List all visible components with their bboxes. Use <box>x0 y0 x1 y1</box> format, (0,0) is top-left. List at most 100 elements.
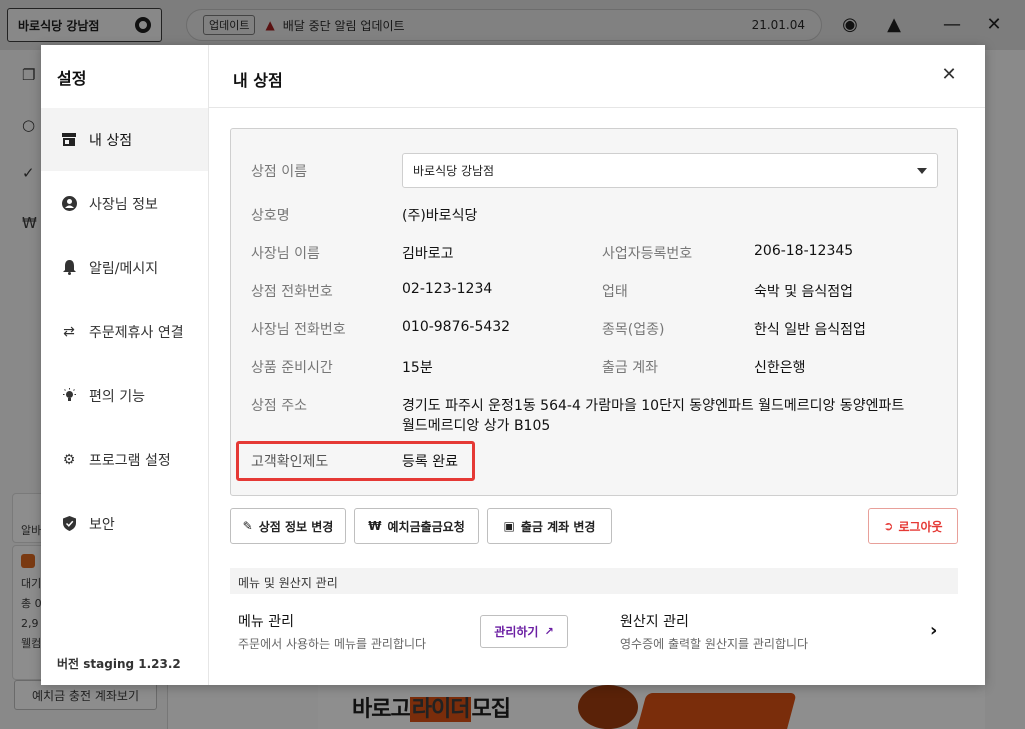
logout-label: 로그아웃 <box>898 519 943 534</box>
settings-item-label: 사장님 정보 <box>89 196 158 213</box>
gear-icon[interactable] <box>135 17 151 33</box>
settings-item-label: 내 상점 <box>89 132 133 149</box>
origin-management-desc: 영수증에 출력할 원산지를 관리합니다 <box>620 637 809 651</box>
prep-time-label: 상품 준비시간 <box>251 360 333 376</box>
settings-modal: 설정 내 상점 사장님 정보 알림/메시지 ⇄ 주문제휴사 연결 편의 기능 ⚙… <box>41 45 985 685</box>
prep-time-value: 15분 <box>402 360 433 376</box>
minimize-icon[interactable]: — <box>941 13 963 35</box>
owner-name-value: 김바로고 <box>402 246 454 262</box>
store-info-box: 상점 이름 바로식당 강남점 상호명 (주)바로식당 사장님 이름 김바로고 사… <box>230 128 958 496</box>
bell-icon <box>61 260 77 276</box>
swap-icon: ⇄ <box>63 323 75 340</box>
megaphone-icon: ▲ <box>265 18 275 32</box>
settings-item-notifications[interactable]: 알림/메시지 <box>41 236 208 299</box>
notice-date: 21.01.04 <box>751 18 805 32</box>
store-phone-label: 상점 전화번호 <box>251 284 333 300</box>
settings-item-convenience[interactable]: 편의 기능 <box>41 364 208 427</box>
won-icon: ₩ <box>368 519 382 533</box>
payout-account-value: 신한은행 <box>754 360 806 376</box>
notice-text: 배달 중단 알림 업데이트 <box>282 18 405 33</box>
settings-item-label: 알림/메시지 <box>89 260 159 277</box>
headset-icon[interactable]: ◉ <box>839 13 861 35</box>
menu-management-desc: 주문에서 사용하는 메뉴를 관리합니다 <box>238 637 427 651</box>
user-icon <box>61 196 77 212</box>
biz-no-value: 206-18-12345 <box>754 243 854 259</box>
shield-icon <box>61 516 77 532</box>
change-account-button[interactable]: ▣ 출금 계좌 변경 <box>487 508 612 544</box>
biz-type-label: 업태 <box>602 284 628 300</box>
background-card-text: 알바 <box>21 524 42 537</box>
settings-item-label: 보안 <box>89 516 115 533</box>
menu-management-title: 메뉴 관리 <box>238 614 294 630</box>
notice-tag: 업데이트 <box>203 15 256 35</box>
check-icon: ✓ <box>22 164 35 182</box>
manage-menu-button[interactable]: 관리하기 ↗ <box>480 615 568 648</box>
logout-icon: ➲ <box>883 519 894 533</box>
store-name-select[interactable]: 바로식당 강남점 <box>402 153 938 188</box>
settings-item-my-store[interactable]: 내 상점 <box>41 108 208 171</box>
notice-banner[interactable]: 업데이트 ▲ 배달 중단 알림 업데이트 21.01.04 <box>186 9 822 41</box>
store-name-label: 상점 이름 <box>251 164 307 180</box>
card-edit-icon: ▣ <box>503 519 515 533</box>
order-icon <box>21 554 35 568</box>
my-store-panel: 내 상점 ✕ 상점 이름 바로식당 강남점 상호명 (주)바로식당 사장님 이름… <box>209 45 985 685</box>
top-bar: 바로식당 강남점 업데이트 ▲ 배달 중단 알림 업데이트 21.01.04 ◉… <box>0 0 1025 50</box>
verification-status: 등록 완료 <box>402 454 458 470</box>
chevron-down-icon <box>917 167 927 174</box>
menu-origin-section-header: 메뉴 및 원산지 관리 <box>230 568 958 594</box>
gear-icon: ⚙ <box>62 451 76 468</box>
pencil-icon: ✎ <box>242 519 253 533</box>
settings-item-label: 편의 기능 <box>89 388 145 405</box>
edit-store-label: 상점 정보 변경 <box>258 519 334 534</box>
close-icon[interactable]: ✕ <box>941 66 957 84</box>
banner-text-a: 바로고 <box>352 697 411 722</box>
store-name-value: 바로식당 강남점 <box>413 164 495 178</box>
address-line-2: 월드메르디앙 상가 B105 <box>402 418 551 434</box>
biz-item-value: 한식 일반 음식점업 <box>754 322 866 338</box>
address-line-1: 경기도 파주시 운정1동 564-4 가람마을 10단지 동양엔파트 월드메르디… <box>402 398 905 414</box>
store-chip-label: 바로식당 강남점 <box>18 18 100 33</box>
banner-box-graphic <box>633 693 797 729</box>
owner-phone-value: 010-9876-5432 <box>402 319 511 335</box>
company-label: 상호명 <box>251 208 290 224</box>
biz-no-label: 사업자등록번호 <box>602 246 693 262</box>
company-value: (주)바로식당 <box>402 208 478 224</box>
won-icon: ₩ <box>22 214 37 232</box>
app-version: 버전 staging 1.23.2 <box>57 657 181 671</box>
address-label: 상점 주소 <box>251 398 307 414</box>
page-title: 내 상점 <box>233 71 283 90</box>
settings-item-owner-info[interactable]: 사장님 정보 <box>41 172 208 235</box>
bell-icon[interactable]: ▲ <box>883 13 905 35</box>
rider-recruit-banner[interactable]: 바로고라이더모집 <box>318 685 985 729</box>
settings-item-security[interactable]: 보안 <box>41 492 208 555</box>
close-window-icon[interactable]: ✕ <box>983 13 1005 35</box>
settings-item-partner-connect[interactable]: ⇄ 주문제휴사 연결 <box>41 300 208 363</box>
settings-item-label: 프로그램 설정 <box>89 452 171 469</box>
banner-text-b: 라이더 <box>409 697 472 722</box>
biz-type-value: 숙박 및 음식점업 <box>754 284 854 300</box>
banner-text-c: 모집 <box>471 697 510 722</box>
edit-store-button[interactable]: ✎ 상점 정보 변경 <box>230 508 346 544</box>
store-phone-value: 02-123-1234 <box>402 281 493 297</box>
external-link-icon: ↗ <box>544 625 554 638</box>
settings-item-program[interactable]: ⚙ 프로그램 설정 <box>41 428 208 491</box>
biz-item-label: 종목(업종) <box>602 322 665 338</box>
verification-label: 고객확인제도 <box>251 454 329 470</box>
divider <box>209 107 985 108</box>
settings-title: 설정 <box>57 69 87 88</box>
owner-phone-label: 사장님 전화번호 <box>251 322 346 338</box>
settings-item-label: 주문제휴사 연결 <box>89 324 184 341</box>
deposit-withdraw-button[interactable]: ₩ 예치금출금요청 <box>354 508 479 544</box>
store-icon <box>61 132 77 148</box>
background-right-area <box>985 50 1025 729</box>
settings-sidebar: 설정 내 상점 사장님 정보 알림/메시지 ⇄ 주문제휴사 연결 편의 기능 ⚙… <box>41 45 209 685</box>
origin-management-title: 원산지 관리 <box>620 614 689 630</box>
change-account-label: 출금 계좌 변경 <box>520 519 596 534</box>
owner-name-label: 사장님 이름 <box>251 246 320 262</box>
chevron-right-icon[interactable]: › <box>930 621 944 641</box>
banner-text: 바로고라이더모집 <box>352 691 511 723</box>
manage-button-label: 관리하기 <box>494 625 539 639</box>
bulb-icon <box>61 388 77 404</box>
store-selector-chip[interactable]: 바로식당 강남점 <box>7 8 162 42</box>
logout-button[interactable]: ➲ 로그아웃 <box>868 508 958 544</box>
